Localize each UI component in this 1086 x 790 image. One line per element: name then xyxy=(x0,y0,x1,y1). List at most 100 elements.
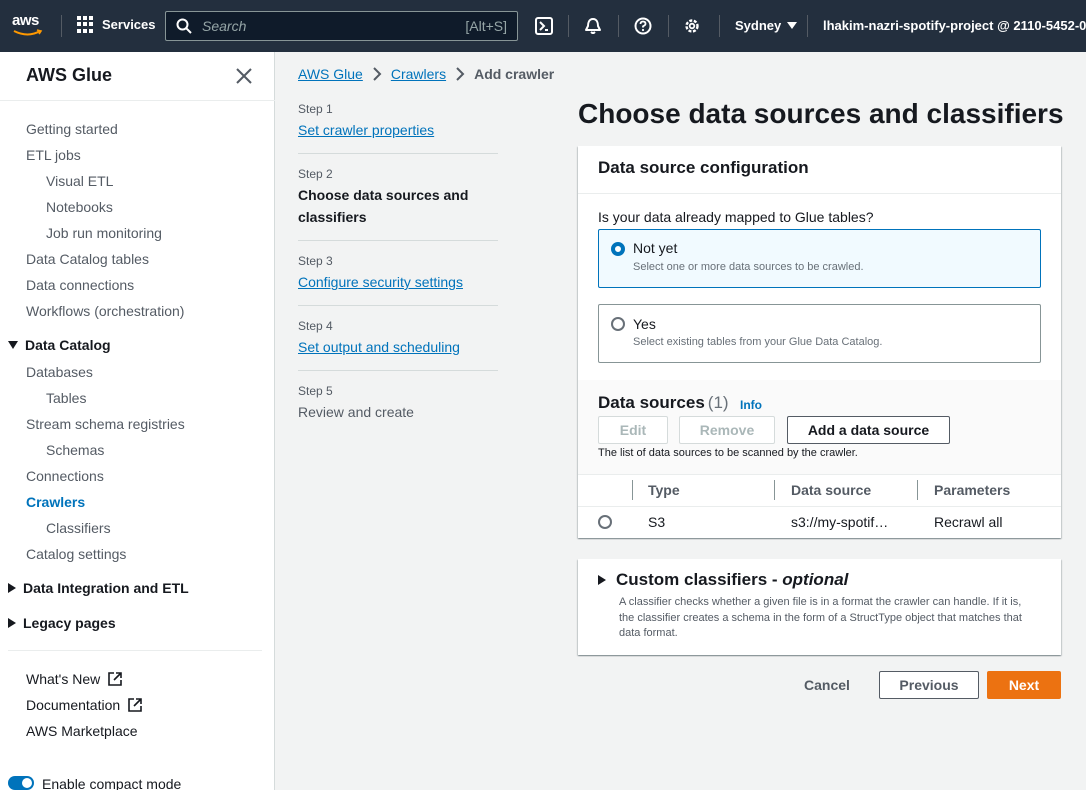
sidebar-item-visual-etl[interactable]: Visual ETL xyxy=(46,173,113,189)
account-menu[interactable]: lhakim-nazri-spotify-project @ 2110-5452… xyxy=(823,18,1086,33)
cloudshell-button[interactable] xyxy=(533,15,555,37)
table-header-divider xyxy=(578,474,1061,475)
info-link[interactable]: Info xyxy=(740,398,762,412)
page-title: Choose data sources and classifiers xyxy=(578,98,1064,129)
step-2-label: Step 2 xyxy=(298,167,333,181)
cloudshell-icon xyxy=(535,17,553,35)
sidebar-item-classifiers[interactable]: Classifiers xyxy=(46,520,111,536)
next-button[interactable]: Next xyxy=(987,671,1061,699)
sidebar-item-databases[interactable]: Databases xyxy=(26,364,93,380)
gear-icon xyxy=(685,19,699,33)
sidebar-item-connections[interactable]: Connections xyxy=(26,468,104,484)
nav-divider xyxy=(807,15,808,37)
breadcrumb-crawlers[interactable]: Crawlers xyxy=(391,66,446,82)
card-divider xyxy=(578,193,1061,194)
custom-classifiers-description: A classifier checks whether a given file… xyxy=(619,596,1022,639)
search-icon xyxy=(176,18,192,34)
previous-button[interactable]: Previous xyxy=(879,671,979,699)
caret-right-icon xyxy=(8,618,16,628)
sidebar-item-documentation[interactable]: Documentation xyxy=(26,697,142,713)
sidebar-item-stream-schema-registries[interactable]: Stream schema registries xyxy=(26,416,185,432)
step-3-link[interactable]: Configure security settings xyxy=(298,274,463,290)
data-sources-description: The list of data sources to be scanned b… xyxy=(598,447,858,459)
cancel-button[interactable]: Cancel xyxy=(793,671,861,699)
option-description: Select one or more data sources to be cr… xyxy=(633,261,864,273)
search-shortcut: [Alt+S] xyxy=(465,18,507,34)
option-title: Not yet xyxy=(633,240,678,256)
edit-button[interactable]: Edit xyxy=(598,416,668,444)
sidebar-section-label: Data Integration and ETL xyxy=(23,580,189,596)
sidebar-item-crawlers[interactable]: Crawlers xyxy=(26,494,85,510)
column-separator xyxy=(917,480,918,500)
sidebar-item-etl-jobs[interactable]: ETL jobs xyxy=(26,147,81,163)
step-1-link[interactable]: Set crawler properties xyxy=(298,122,434,138)
sidebar-item-data-catalog-tables[interactable]: Data Catalog tables xyxy=(26,251,149,267)
sidebar-item-schemas[interactable]: Schemas xyxy=(46,442,104,458)
sidebar-item-aws-marketplace[interactable]: AWS Marketplace xyxy=(26,723,138,739)
sidebar-item-tables[interactable]: Tables xyxy=(46,390,86,406)
chevron-right-icon xyxy=(456,67,465,81)
mapped-question-label: Is your data already mapped to Glue tabl… xyxy=(598,209,874,225)
sidebar-item-data-connections[interactable]: Data connections xyxy=(26,277,134,293)
step-4-link[interactable]: Set output and scheduling xyxy=(298,339,460,355)
region-selector[interactable]: Sydney xyxy=(735,18,798,33)
bell-icon xyxy=(585,18,601,34)
radio-yes[interactable] xyxy=(611,317,625,331)
caret-down-icon xyxy=(8,341,18,349)
sidebar-section-data-integration[interactable]: Data Integration and ETL xyxy=(8,580,189,596)
remove-button[interactable]: Remove xyxy=(679,416,775,444)
step-divider xyxy=(298,240,498,241)
data-sources-title: Data sources xyxy=(598,393,705,412)
settings-button[interactable] xyxy=(681,15,703,37)
step-2-current: Choose data sources and classifiers xyxy=(298,187,469,225)
cell-data-source: s3://my-spotif… xyxy=(791,514,889,530)
sidebar-item-catalog-settings[interactable]: Catalog settings xyxy=(26,546,126,562)
column-separator xyxy=(774,480,775,500)
card-heading: Data source configuration xyxy=(598,158,809,177)
sidebar-section-label: Legacy pages xyxy=(23,615,116,631)
close-icon[interactable] xyxy=(234,66,254,86)
sidebar-item-whats-new[interactable]: What's New xyxy=(26,671,122,687)
option-yes[interactable]: Yes Select existing tables from your Glu… xyxy=(598,304,1041,363)
radio-not-yet[interactable] xyxy=(611,242,625,256)
nav-divider xyxy=(668,15,669,37)
sidebar-section-legacy-pages[interactable]: Legacy pages xyxy=(8,615,116,631)
custom-classifiers-expander[interactable]: Custom classifiers - optional xyxy=(598,570,848,590)
sidebar-item-workflows[interactable]: Workflows (orchestration) xyxy=(26,303,184,319)
caret-right-icon xyxy=(598,575,606,585)
nav-divider xyxy=(568,15,569,37)
column-header-parameters: Parameters xyxy=(934,482,1011,498)
row-select-radio[interactable] xyxy=(598,515,612,529)
sidebar-section-data-catalog[interactable]: Data Catalog xyxy=(8,337,111,353)
sidebar-item-notebooks[interactable]: Notebooks xyxy=(46,199,113,215)
aws-logo[interactable]: aws xyxy=(12,13,46,37)
step-5-title: Review and create xyxy=(298,404,414,420)
step-5-label: Step 5 xyxy=(298,384,333,398)
side-navigation: AWS Glue Getting started ETL jobs Visual… xyxy=(0,52,275,790)
caret-down-icon xyxy=(787,22,798,29)
step-divider xyxy=(298,305,498,306)
caret-right-icon xyxy=(8,583,16,593)
custom-classifiers-title: Custom classifiers - xyxy=(616,570,783,589)
sidebar-item-job-run-monitoring[interactable]: Job run monitoring xyxy=(46,225,162,241)
breadcrumb-aws-glue[interactable]: AWS Glue xyxy=(298,66,363,82)
search-input[interactable]: Search [Alt+S] xyxy=(165,11,518,41)
option-not-yet[interactable]: Not yet Select one or more data sources … xyxy=(598,229,1041,288)
add-data-source-button[interactable]: Add a data source xyxy=(787,416,950,444)
notifications-button[interactable] xyxy=(582,15,604,37)
services-menu-button[interactable]: Services xyxy=(77,16,156,33)
sidebar-item-getting-started[interactable]: Getting started xyxy=(26,121,118,137)
service-title[interactable]: AWS Glue xyxy=(26,65,112,86)
table-row-divider xyxy=(578,506,1061,507)
cell-parameters: Recrawl all xyxy=(934,514,1003,530)
help-button[interactable] xyxy=(632,15,654,37)
data-sources-heading: Data sources (1) xyxy=(598,393,729,413)
compact-mode-toggle[interactable] xyxy=(8,776,34,790)
external-link-icon xyxy=(108,672,122,686)
column-separator xyxy=(632,480,633,500)
sidebar-divider xyxy=(8,650,262,651)
nav-divider xyxy=(618,15,619,37)
step-4-label: Step 4 xyxy=(298,319,333,333)
step-1-label: Step 1 xyxy=(298,102,333,116)
option-title: Yes xyxy=(633,316,656,332)
